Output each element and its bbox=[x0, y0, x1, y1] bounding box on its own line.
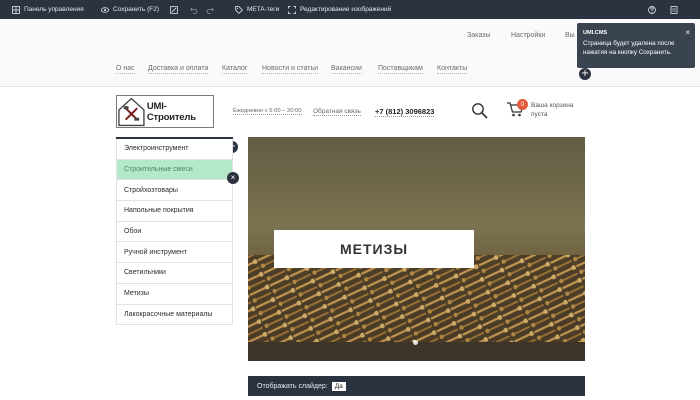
undo-button[interactable] bbox=[190, 0, 198, 19]
slider-settings-bar: Отображать слайдер: Да bbox=[248, 376, 585, 396]
sidebar-item-building-mixes[interactable]: Строительные смеси bbox=[116, 159, 233, 181]
nav-news[interactable]: Новости и статьи bbox=[262, 65, 319, 74]
add-menu-item-icon[interactable]: + bbox=[579, 68, 591, 80]
slider-visibility-toggle[interactable]: Да bbox=[331, 381, 346, 391]
site-logo[interactable]: UMI-Строитель bbox=[116, 95, 214, 128]
sidebar-item-hardware-goods[interactable]: Стройхозтовары bbox=[116, 180, 233, 202]
pages-button[interactable] bbox=[670, 0, 678, 19]
nav-about[interactable]: О нас bbox=[116, 65, 135, 74]
eye-icon bbox=[101, 6, 109, 14]
nav-vacancies[interactable]: Вакансии bbox=[331, 65, 362, 74]
settings-link[interactable]: Настройки bbox=[511, 32, 545, 39]
logo-text: UMI-Строитель bbox=[146, 100, 196, 123]
nav-contacts[interactable]: Контакты bbox=[437, 65, 468, 74]
nav-catalog[interactable]: Каталог bbox=[222, 65, 248, 74]
nav-suppliers[interactable]: Поставщикам bbox=[378, 65, 423, 74]
admin-toolbar: Панель управления Сохранить (F2) META-те… bbox=[0, 0, 700, 19]
meta-tags-label: META-теги bbox=[247, 6, 280, 13]
sidebar-item-paints[interactable]: Лакокрасочные материалы bbox=[116, 304, 233, 326]
callback-link[interactable]: Обратная связь bbox=[313, 108, 361, 116]
phone-number[interactable]: +7 (812) 3096823 bbox=[375, 107, 435, 117]
control-panel-label: Панель управления bbox=[24, 6, 84, 13]
meta-tags-button[interactable]: META-теги bbox=[235, 0, 279, 19]
house-logo-icon bbox=[118, 97, 145, 127]
nav-delivery[interactable]: Доставка и оплата bbox=[148, 65, 209, 74]
sidebar-item-lamps[interactable]: Светильники bbox=[116, 263, 233, 284]
close-icon[interactable]: × bbox=[685, 27, 690, 39]
edit-page-icon bbox=[170, 5, 178, 14]
cart-status[interactable]: Ваша корзина пуста bbox=[531, 101, 581, 120]
help-button[interactable] bbox=[648, 0, 656, 19]
hero-slider[interactable]: МЕТИЗЫ bbox=[248, 137, 585, 361]
sidebar-item-flooring[interactable]: Напольные покрытия bbox=[116, 201, 233, 222]
slider-settings-label: Отображать слайдер: bbox=[257, 382, 328, 390]
sidebar-item-hand-tools[interactable]: Ручной инструмент bbox=[116, 242, 233, 264]
delete-item-icon[interactable]: × bbox=[227, 172, 239, 184]
save-label: Сохранить (F2) bbox=[113, 6, 160, 13]
tag-icon bbox=[235, 5, 243, 14]
search-icon[interactable] bbox=[471, 102, 488, 119]
cart-count-badge: 0 bbox=[517, 99, 528, 110]
slide-title: МЕТИЗЫ bbox=[274, 230, 474, 268]
redo-button[interactable] bbox=[206, 0, 214, 19]
edit-mode-button[interactable] bbox=[170, 0, 178, 19]
notification-popup: UMI.CMS Страница будет удалена после наж… bbox=[577, 23, 695, 68]
document-icon bbox=[670, 5, 678, 14]
sidebar-item-fasteners[interactable]: Метизы bbox=[116, 283, 233, 305]
save-button[interactable]: Сохранить (F2) bbox=[101, 0, 159, 19]
exit-link[interactable]: Вы bbox=[565, 32, 575, 39]
grid-icon bbox=[12, 5, 20, 14]
slider-dot[interactable] bbox=[413, 340, 418, 345]
notification-title: UMI.CMS bbox=[583, 30, 608, 36]
help-icon bbox=[648, 5, 656, 14]
sidebar-item-power-tools[interactable]: Электроинструмент bbox=[116, 139, 233, 160]
notification-text: Страница будет удалена после нажатия на … bbox=[583, 40, 675, 57]
category-sidebar: Электроинструмент Строительные смеси Стр… bbox=[116, 137, 233, 333]
orders-link[interactable]: Заказы bbox=[467, 32, 490, 39]
sidebar-item-wallpaper[interactable]: Обои bbox=[116, 221, 233, 243]
control-panel-button[interactable]: Панель управления bbox=[12, 0, 84, 19]
undo-icon bbox=[190, 6, 198, 14]
redo-icon bbox=[206, 6, 214, 14]
edit-images-label: Редактирование изображений bbox=[300, 6, 392, 13]
edit-images-button[interactable]: Редактирование изображений bbox=[288, 0, 391, 19]
crop-icon bbox=[288, 5, 296, 14]
working-hours: Ежедневно с 6:00 – 20:00 bbox=[233, 108, 302, 115]
